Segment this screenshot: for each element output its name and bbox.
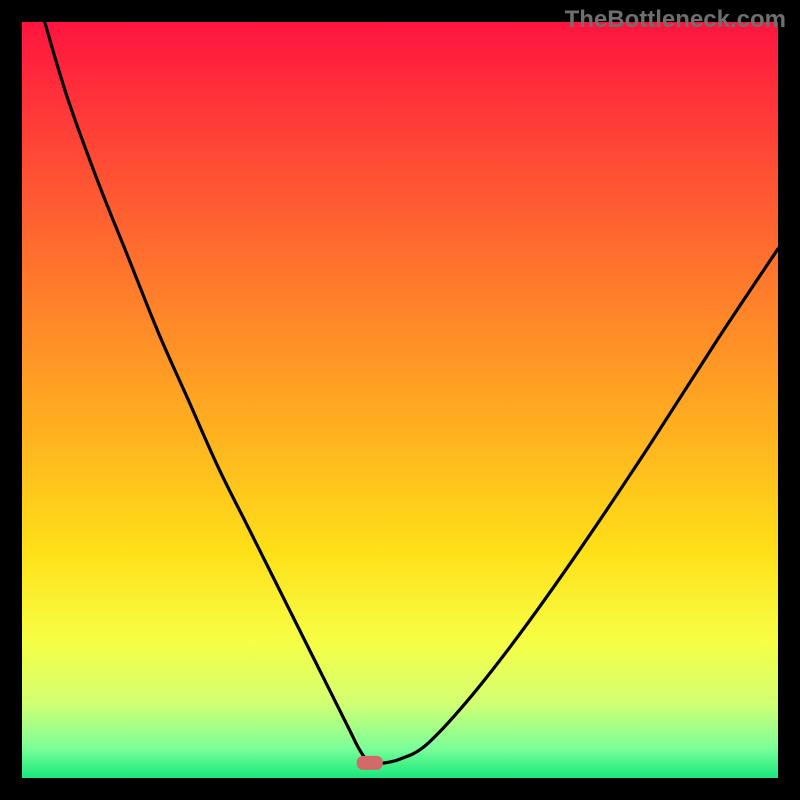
optimal-marker [357, 756, 383, 770]
gradient-background [22, 22, 778, 778]
bottleneck-chart [22, 22, 778, 778]
watermark-text: TheBottleneck.com [565, 6, 786, 34]
chart-frame: TheBottleneck.com [0, 0, 800, 800]
plot-area [22, 22, 778, 778]
